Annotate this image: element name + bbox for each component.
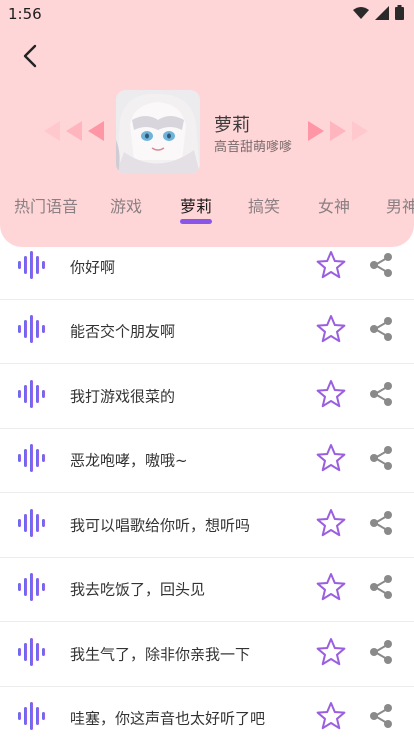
favorite-star-icon[interactable] (316, 508, 346, 542)
voice-list: 你好啊 能否交个朋友啊 我打游戏很菜的 恶龙咆哮，嗷哦~ 我可以唱歌给你听，想听… (0, 235, 414, 737)
favorite-star-icon[interactable] (316, 637, 346, 671)
voice-text: 我生气了，除非你亲我一下 (70, 645, 251, 664)
tab-goddess[interactable]: 女神 (318, 193, 350, 217)
voice-text: 能否交个朋友啊 (70, 322, 176, 341)
share-icon[interactable] (368, 445, 394, 475)
voice-wave-icon[interactable] (17, 637, 47, 671)
tab-loli[interactable]: 萝莉 (180, 193, 212, 217)
chevron-left-icon (23, 44, 37, 68)
voice-text: 你好啊 (70, 258, 116, 277)
wifi-icon (353, 6, 369, 19)
character-avatar (116, 90, 200, 174)
character-name: 萝莉 (214, 115, 250, 136)
status-icons (353, 5, 404, 20)
signal-icon (375, 5, 389, 20)
share-icon[interactable] (368, 381, 394, 411)
voice-text: 哇塞，你这声音也太好听了吧 (70, 709, 266, 728)
voice-text: 恶龙咆哮，嗷哦~ (70, 451, 188, 470)
active-tab-indicator (180, 219, 212, 224)
voice-list-item[interactable]: 能否交个朋友啊 (0, 300, 414, 364)
share-icon[interactable] (368, 316, 394, 346)
favorite-star-icon[interactable] (316, 379, 346, 413)
voice-wave-icon[interactable] (17, 443, 47, 477)
share-icon[interactable] (368, 703, 394, 733)
character-description: 高音甜萌嗲嗲 (214, 140, 293, 155)
share-icon[interactable] (368, 252, 394, 282)
share-icon[interactable] (368, 639, 394, 669)
voice-wave-icon[interactable] (17, 250, 47, 284)
favorite-star-icon[interactable] (316, 443, 346, 477)
favorite-star-icon[interactable] (316, 572, 346, 606)
voice-text: 我去吃饭了，回头见 (70, 580, 206, 599)
voice-list-item[interactable]: 恶龙咆哮，嗷哦~ (0, 429, 414, 493)
favorite-star-icon[interactable] (316, 250, 346, 284)
voice-wave-icon[interactable] (17, 508, 47, 542)
decorative-arrows-right-icon (308, 121, 368, 141)
voice-wave-icon[interactable] (17, 572, 47, 606)
share-icon[interactable] (368, 510, 394, 540)
tab-games[interactable]: 游戏 (110, 193, 142, 217)
tab-male-god[interactable]: 男神 (386, 193, 414, 217)
category-tabs: 热门语音 游戏 萝莉 搞笑 女神 男神 (0, 193, 414, 233)
voice-list-item[interactable]: 哇塞，你这声音也太好听了吧 (0, 687, 414, 737)
decorative-arrows-left-icon (44, 121, 104, 141)
voice-wave-icon[interactable] (17, 314, 47, 348)
voice-text: 我打游戏很菜的 (70, 387, 176, 406)
voice-wave-icon[interactable] (17, 701, 47, 735)
voice-list-item[interactable]: 我打游戏很菜的 (0, 364, 414, 429)
voice-list-item[interactable]: 我生气了，除非你亲我一下 (0, 622, 414, 687)
favorite-star-icon[interactable] (316, 701, 346, 735)
back-button[interactable] (16, 42, 44, 70)
voice-list-item[interactable]: 我可以唱歌给你听，想听吗 (0, 493, 414, 558)
tab-hot-voice[interactable]: 热门语音 (14, 193, 78, 217)
favorite-star-icon[interactable] (316, 314, 346, 348)
avatar-illustration (116, 90, 200, 174)
status-time: 1:56 (8, 5, 42, 23)
voice-text: 我可以唱歌给你听，想听吗 (70, 516, 251, 535)
battery-icon (395, 5, 404, 20)
header: 1:56 萝莉 高音甜萌嗲嗲 热门语音 游戏 萝莉 搞笑 女神 男神 (0, 0, 414, 247)
voice-wave-icon[interactable] (17, 379, 47, 413)
tab-funny[interactable]: 搞笑 (248, 193, 280, 217)
voice-list-item[interactable]: 我去吃饭了，回头见 (0, 558, 414, 622)
share-icon[interactable] (368, 574, 394, 604)
